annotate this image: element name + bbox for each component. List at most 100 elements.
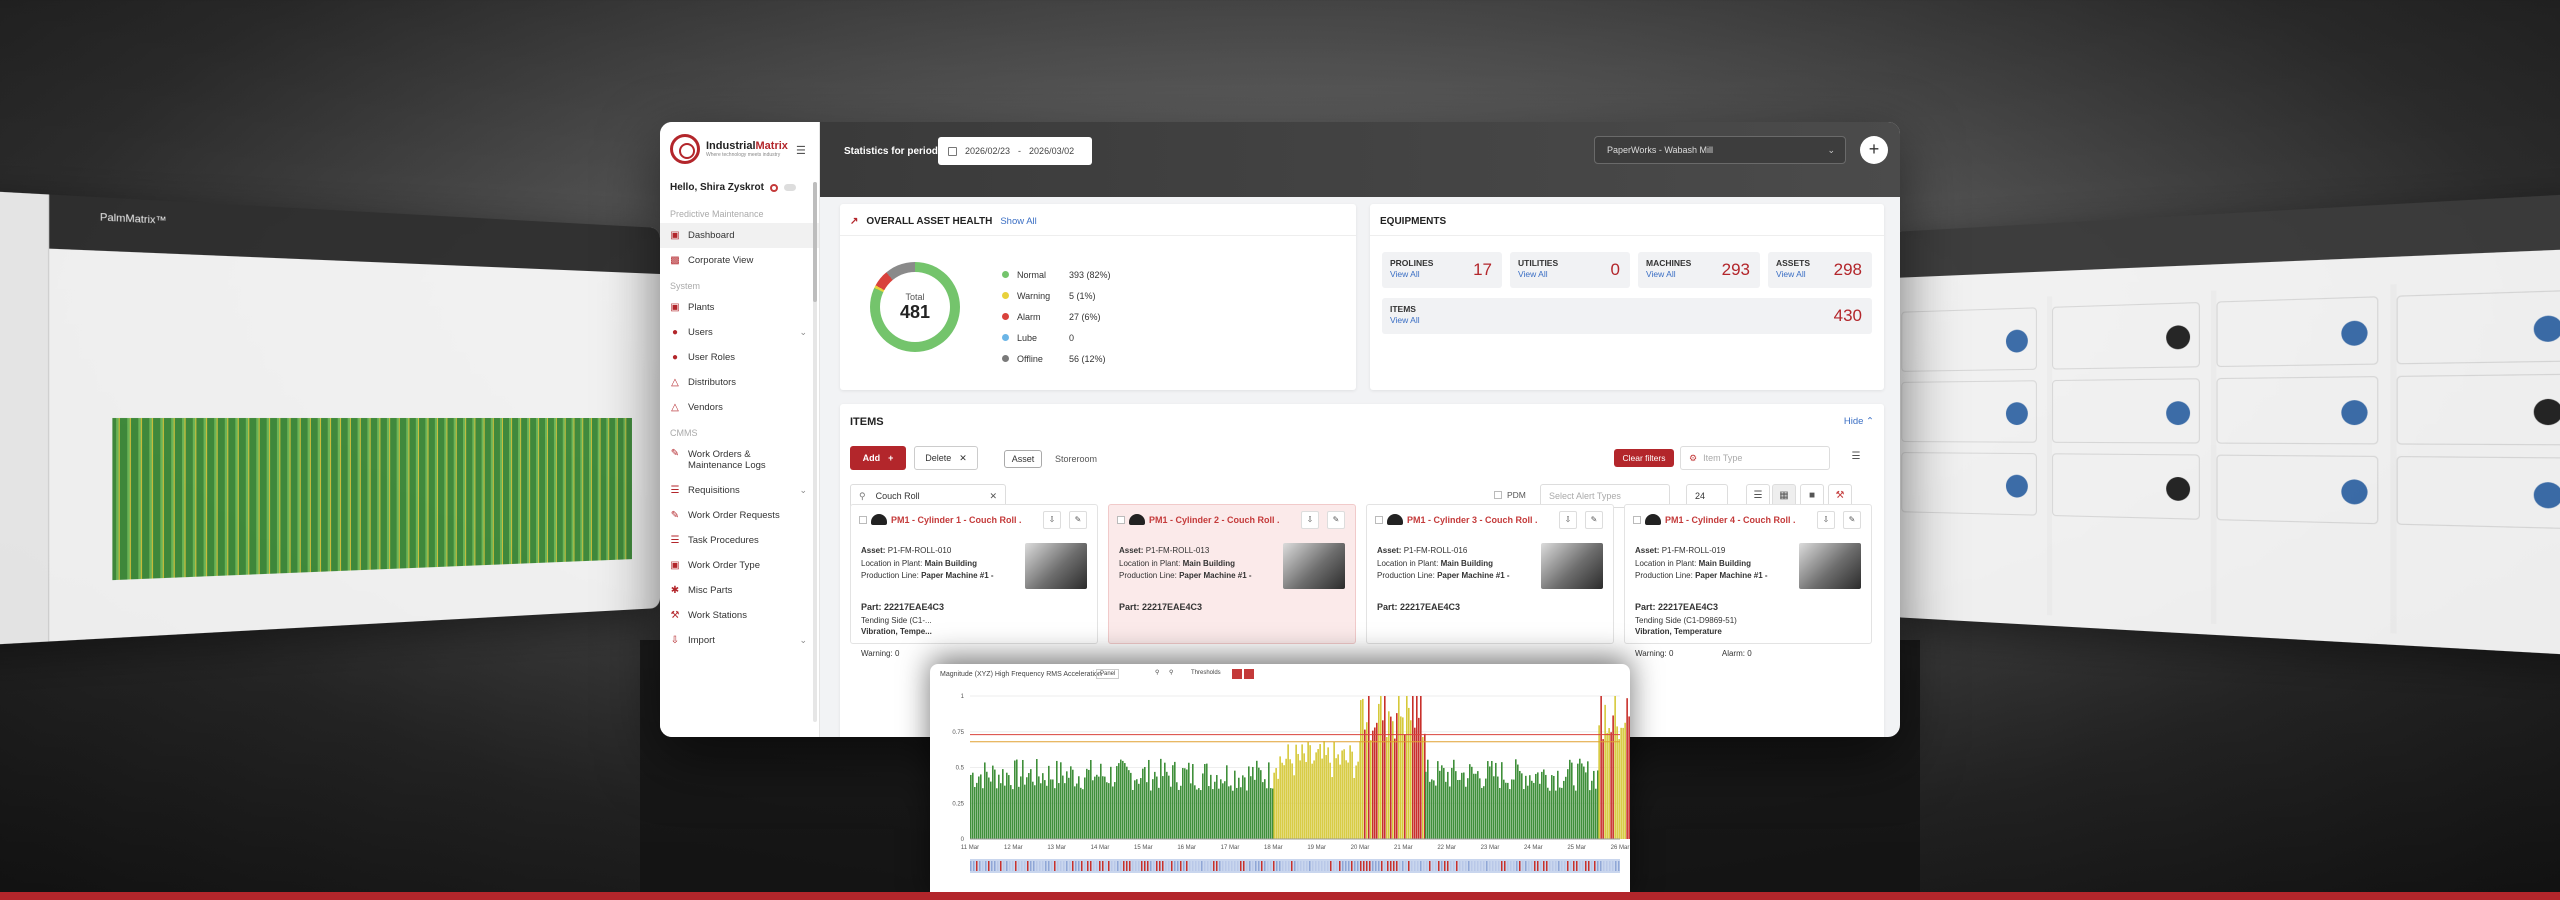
- add-button[interactable]: +: [1860, 136, 1888, 164]
- sidebar-item-dashboard[interactable]: ▣ Dashboard: [660, 223, 819, 248]
- dashboard-icon: ▣: [670, 229, 680, 241]
- item-card[interactable]: PM1 - Cylinder 1 - Couch Roll ... ⇩ ✎ Ass…: [850, 504, 1098, 658]
- chart-bar: [1469, 764, 1471, 839]
- date-range-picker[interactable]: 2026/02/23 - 2026/03/02: [938, 137, 1092, 165]
- theme-toggle[interactable]: [783, 184, 796, 191]
- y-tick-label: 0.75: [952, 730, 964, 736]
- chart-bar: [1349, 745, 1351, 839]
- sidebar-item-requisitions[interactable]: ☰ Requisitions ⌄: [660, 478, 819, 503]
- item-type-select[interactable]: ⚙ Item Type: [1680, 446, 1830, 470]
- navigator-bar: [985, 861, 987, 871]
- chart-bar: [1092, 780, 1094, 839]
- chart-bar: [1525, 775, 1527, 839]
- sidebar-item-user-roles[interactable]: ● User Roles: [660, 345, 819, 370]
- chart-bar: [1222, 783, 1224, 839]
- view-all-link[interactable]: View All: [1518, 269, 1548, 279]
- chart-bar: [1004, 785, 1006, 839]
- card-title[interactable]: PM1 - Cylinder 2 - Couch Roll ...: [1149, 515, 1279, 525]
- navigator-bar: [1168, 861, 1170, 871]
- chart-bar: [1521, 773, 1523, 839]
- navigator-bar: [1399, 861, 1401, 871]
- sidebar-item-import[interactable]: ⇩ Import ⌄: [660, 628, 819, 653]
- power-icon[interactable]: [769, 183, 778, 192]
- asset-health-panel: ↗ OVERALL ASSET HEALTH Show All Total 481 N…: [840, 204, 1356, 390]
- sidebar-scrollbar[interactable]: [813, 182, 817, 722]
- sidebar-item-work-orders[interactable]: ✎ Work Orders & Maintenance Logs: [660, 442, 819, 478]
- navigator-bar: [1288, 861, 1290, 871]
- sidebar-item-misc-parts[interactable]: ✱ Misc Parts: [660, 578, 819, 603]
- download-icon[interactable]: ⇩: [1043, 511, 1061, 529]
- chart-bar: [1277, 778, 1279, 839]
- sidebar-item-corporate-view[interactable]: ▩ Corporate View: [660, 248, 819, 273]
- chart-bar: [1044, 780, 1046, 839]
- chart-bar: [1034, 785, 1036, 839]
- navigator-bar: [1279, 861, 1281, 871]
- item-card[interactable]: PM1 - Cylinder 3 - Couch Roll ... ⇩ ✎ Ass…: [1366, 504, 1614, 644]
- menu-toggle-icon[interactable]: ☰: [796, 144, 806, 157]
- sidebar-item-work-order-requests[interactable]: ✎ Work Order Requests: [660, 503, 819, 528]
- sidebar-item-work-stations[interactable]: ⚒ Work Stations: [660, 603, 819, 628]
- navigator-bar: [1606, 861, 1608, 871]
- sidebar-item-work-order-type[interactable]: ▣ Work Order Type: [660, 553, 819, 578]
- location-select[interactable]: PaperWorks - Wabash Mill ⌄: [1594, 136, 1846, 164]
- card-title[interactable]: PM1 - Cylinder 1 - Couch Roll ...: [891, 515, 1021, 525]
- navigator-bar: [1372, 861, 1374, 871]
- sidebar-item-distributors[interactable]: △ Distributors: [660, 370, 819, 395]
- chart-bar: [1620, 727, 1622, 839]
- chart-bar: [1038, 776, 1040, 839]
- hide-link[interactable]: Hide ⌃: [1844, 416, 1874, 428]
- item-card[interactable]: PM1 - Cylinder 4 - Couch Roll ... ⇩ ✎ Ass…: [1624, 504, 1872, 658]
- chart-bar: [1581, 763, 1583, 839]
- navigator-bar: [1387, 861, 1389, 871]
- navigator-bar: [1363, 861, 1365, 871]
- pdm-checkbox[interactable]: PDM: [1494, 490, 1526, 500]
- sidebar-item-task-procedures[interactable]: ☰ Task Procedures: [660, 528, 819, 553]
- chart-bar: [1616, 726, 1618, 839]
- chart-bar: [1519, 770, 1521, 839]
- view-all-link[interactable]: View All: [1646, 269, 1676, 279]
- chart-bar: [1238, 777, 1240, 839]
- card-checkbox[interactable]: [1117, 516, 1125, 524]
- equip-box-items[interactable]: ITEMS View All 430: [1382, 298, 1872, 334]
- item-card[interactable]: PM1 - Cylinder 2 - Couch Roll ... ⇩ ✎ Ass…: [1108, 504, 1356, 644]
- navigator-bar: [988, 861, 990, 871]
- edit-icon[interactable]: ✎: [1069, 511, 1087, 529]
- download-icon[interactable]: ⇩: [1559, 511, 1577, 529]
- chart-bar: [1483, 786, 1485, 839]
- edit-icon[interactable]: ✎: [1327, 511, 1345, 529]
- delete-button[interactable]: Delete ✕: [914, 446, 978, 470]
- tab-asset[interactable]: Asset: [1004, 450, 1042, 468]
- card-checkbox[interactable]: [1375, 516, 1383, 524]
- chart-bar: [1208, 786, 1210, 839]
- add-item-button[interactable]: Add +: [850, 446, 906, 470]
- x-tick-label: 19 Mar: [1307, 845, 1326, 851]
- show-all-link[interactable]: Show All: [1000, 216, 1036, 227]
- equip-box-machines[interactable]: MACHINES View All 293: [1638, 252, 1760, 288]
- equip-box-utilities[interactable]: UTILITIES View All 0: [1510, 252, 1630, 288]
- navigator-bar: [1432, 861, 1434, 871]
- equip-box-prolines[interactable]: PROLINES View All 17: [1382, 252, 1502, 288]
- edit-icon[interactable]: ✎: [1843, 511, 1861, 529]
- card-title[interactable]: PM1 - Cylinder 3 - Couch Roll ...: [1407, 515, 1537, 525]
- filter-settings-icon[interactable]: ☰: [1844, 446, 1868, 470]
- view-all-link[interactable]: View All: [1390, 315, 1420, 325]
- clear-filters-button[interactable]: Clear filters: [1614, 449, 1674, 467]
- equip-box-assets[interactable]: ASSETS View All 298: [1768, 252, 1872, 288]
- sidebar-item-vendors[interactable]: △ Vendors: [660, 395, 819, 420]
- card-title[interactable]: PM1 - Cylinder 4 - Couch Roll ...: [1665, 515, 1795, 525]
- sidebar-item-plants[interactable]: ▣ Plants: [660, 295, 819, 320]
- download-icon[interactable]: ⇩: [1301, 511, 1319, 529]
- navigator-bar: [1405, 861, 1407, 871]
- tab-storeroom[interactable]: Storeroom: [1046, 450, 1106, 468]
- card-checkbox[interactable]: [859, 516, 867, 524]
- health-legend: Normal 393 (82%) Warning 5 (1%) Alarm 27 (6…: [1002, 264, 1111, 369]
- card-checkbox[interactable]: [1633, 516, 1641, 524]
- navigator-bar: [1099, 861, 1101, 871]
- chart-bar: [1527, 785, 1529, 839]
- view-all-link[interactable]: View All: [1776, 269, 1806, 279]
- logo-mark-icon: [670, 134, 700, 164]
- download-icon[interactable]: ⇩: [1817, 511, 1835, 529]
- view-all-link[interactable]: View All: [1390, 269, 1420, 279]
- sidebar-item-users[interactable]: ● Users ⌄: [660, 320, 819, 345]
- edit-icon[interactable]: ✎: [1585, 511, 1603, 529]
